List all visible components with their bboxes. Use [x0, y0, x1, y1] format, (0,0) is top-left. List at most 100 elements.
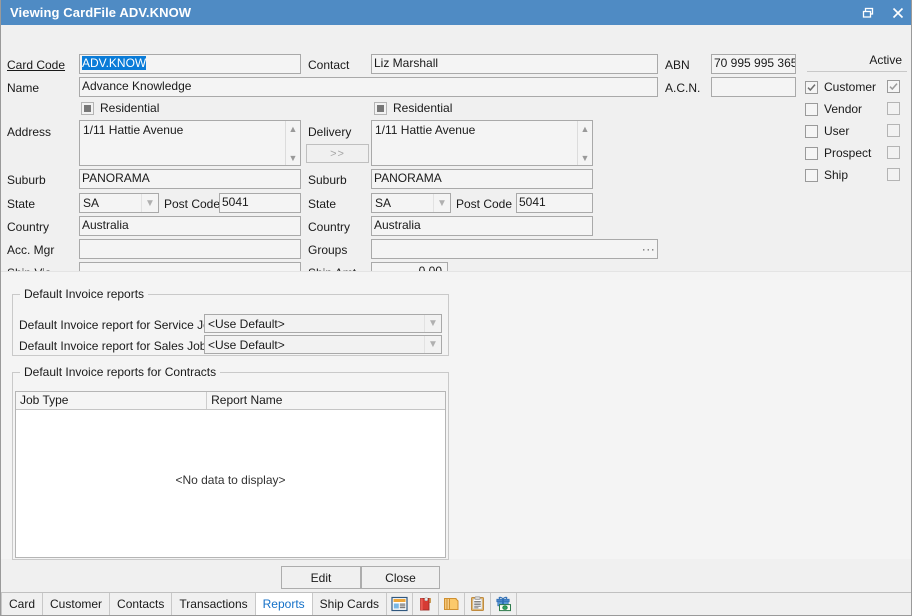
contact-card-icon[interactable] — [387, 593, 413, 615]
role-user-checkbox[interactable]: User — [805, 124, 849, 138]
scroll-down-icon[interactable]: ▼ — [578, 150, 592, 165]
acc-mgr-input[interactable] — [79, 239, 301, 259]
tab-ship-cards[interactable]: Ship Cards — [313, 593, 387, 615]
billing-postcode-input[interactable]: 5041 — [219, 193, 301, 213]
delivery-label: Delivery — [308, 125, 351, 139]
tab-card[interactable]: Card — [1, 593, 43, 615]
delivery-address-textarea[interactable]: 1/11 Hattie Avenue ▲ ▼ — [371, 120, 593, 166]
role-prospect-active-checkbox[interactable] — [887, 146, 900, 159]
role-customer-active-checkbox[interactable] — [887, 80, 900, 93]
role-customer-label: Customer — [824, 80, 876, 94]
groups-browse-button[interactable]: ··· — [640, 241, 657, 257]
billing-address-textarea[interactable]: 1/11 Hattie Avenue ▲ ▼ — [79, 120, 301, 166]
restore-window-icon[interactable] — [853, 0, 883, 25]
edit-button[interactable]: Edit — [281, 566, 361, 589]
scroll-up-icon[interactable]: ▲ — [578, 121, 592, 136]
abn-label: ABN — [665, 58, 690, 72]
role-user-active-checkbox[interactable] — [887, 124, 900, 137]
residential-delivery-checkbox[interactable]: Residential — [374, 101, 452, 115]
checkbox-unchecked-icon — [805, 103, 818, 116]
billing-address-scrollbar[interactable]: ▲ ▼ — [285, 121, 300, 165]
service-job-report-label: Default Invoice report for Service Job — [19, 318, 216, 332]
billing-postcode-label: Post Code — [164, 197, 220, 211]
name-label: Name — [7, 81, 39, 95]
card-code-input[interactable]: ADV.KNOW — [79, 54, 301, 74]
chevron-down-icon[interactable]: ▼ — [424, 336, 441, 353]
delivery-state-value: SA — [372, 195, 433, 211]
chevron-down-icon[interactable]: ▼ — [433, 194, 450, 212]
checkbox-indeterminate-icon — [81, 102, 94, 115]
checkbox-unchecked-icon — [805, 147, 818, 160]
gift-payment-icon[interactable] — [491, 593, 517, 615]
card-details-form: Card Code ADV.KNOW Contact Liz Marshall … — [1, 25, 911, 270]
contracts-reports-title: Default Invoice reports for Contracts — [20, 365, 220, 379]
billing-country-input[interactable]: Australia — [79, 216, 301, 236]
tab-contacts[interactable]: Contacts — [110, 593, 172, 615]
residential-delivery-label: Residential — [393, 101, 452, 115]
role-ship-checkbox[interactable]: Ship — [805, 168, 848, 182]
sales-job-report-label: Default Invoice report for Sales Job — [19, 339, 206, 353]
service-job-report-value: <Use Default> — [205, 316, 424, 332]
abn-input[interactable]: 70 995 995 365 — [711, 54, 796, 74]
name-input[interactable]: Advance Knowledge — [79, 77, 658, 97]
grid-body: <No data to display> — [16, 410, 445, 558]
grid-column-report-name[interactable]: Report Name — [207, 392, 445, 409]
resize-grip[interactable] — [897, 577, 909, 589]
contact-input[interactable]: Liz Marshall — [371, 54, 658, 74]
role-vendor-checkbox[interactable]: Vendor — [805, 102, 862, 116]
role-user-label: User — [824, 124, 849, 138]
cardfile-window: Viewing CardFile ADV.KNOW Card Code ADV.… — [0, 0, 912, 616]
billing-suburb-label: Suburb — [7, 173, 46, 187]
copy-address-button[interactable]: >> — [306, 144, 369, 163]
default-invoice-reports-title: Default Invoice reports — [20, 287, 148, 301]
delivery-suburb-input[interactable]: PANORAMA — [371, 169, 593, 189]
delivery-country-input[interactable]: Australia — [371, 216, 593, 236]
chevron-down-icon[interactable]: ▼ — [141, 194, 158, 212]
reports-tab-panel: Default Invoice reports Default Invoice … — [1, 271, 911, 559]
active-column-label: Active — [869, 53, 902, 67]
scroll-down-icon[interactable]: ▼ — [286, 150, 300, 165]
scroll-up-icon[interactable]: ▲ — [286, 121, 300, 136]
grid-header-row: Job Type Report Name — [16, 392, 445, 410]
title-bar: Viewing CardFile ADV.KNOW — [1, 0, 912, 25]
contracts-reports-grid[interactable]: Job Type Report Name <No data to display… — [15, 391, 446, 558]
copy-documents-icon[interactable] — [439, 593, 465, 615]
delivery-address-scrollbar[interactable]: ▲ ▼ — [577, 121, 592, 165]
grid-column-job-type[interactable]: Job Type — [16, 392, 207, 409]
billing-state-value: SA — [80, 195, 141, 211]
delivery-state-select[interactable]: SA ▼ — [371, 193, 451, 213]
delivery-country-label: Country — [308, 220, 350, 234]
sales-job-report-select[interactable]: <Use Default> ▼ — [204, 335, 442, 354]
groups-label: Groups — [308, 243, 347, 257]
acn-label: A.C.N. — [665, 81, 700, 95]
role-ship-active-checkbox[interactable] — [887, 168, 900, 181]
role-customer-checkbox[interactable]: Customer — [805, 80, 876, 94]
service-job-report-select[interactable]: <Use Default> ▼ — [204, 314, 442, 333]
residential-billing-checkbox[interactable]: Residential — [81, 101, 159, 115]
clipboard-icon[interactable] — [465, 593, 491, 615]
checkbox-unchecked-icon — [805, 169, 818, 182]
billing-state-select[interactable]: SA ▼ — [79, 193, 159, 213]
chevron-down-icon[interactable]: ▼ — [424, 315, 441, 332]
checkbox-indeterminate-icon — [374, 102, 387, 115]
tab-reports[interactable]: Reports — [256, 593, 313, 615]
groups-input[interactable] — [371, 239, 658, 259]
checkbox-checked-icon — [805, 81, 818, 94]
role-prospect-checkbox[interactable]: Prospect — [805, 146, 871, 160]
role-vendor-label: Vendor — [824, 102, 862, 116]
delivery-postcode-label: Post Code — [456, 197, 512, 211]
role-vendor-active-checkbox[interactable] — [887, 102, 900, 115]
close-icon[interactable] — [883, 0, 912, 25]
red-binder-icon[interactable] — [413, 593, 439, 615]
close-button[interactable]: Close — [361, 566, 440, 589]
sales-job-report-value: <Use Default> — [205, 337, 424, 353]
delivery-postcode-input[interactable]: 5041 — [516, 193, 593, 213]
tab-transactions[interactable]: Transactions — [172, 593, 255, 615]
card-roles-panel: Active Customer Vendor User — [799, 50, 911, 195]
billing-suburb-input[interactable]: PANORAMA — [79, 169, 301, 189]
delivery-suburb-label: Suburb — [308, 173, 347, 187]
contact-label: Contact — [308, 58, 349, 72]
toolbar-filler — [517, 593, 911, 615]
acn-input[interactable] — [711, 77, 796, 97]
tab-customer[interactable]: Customer — [43, 593, 110, 615]
